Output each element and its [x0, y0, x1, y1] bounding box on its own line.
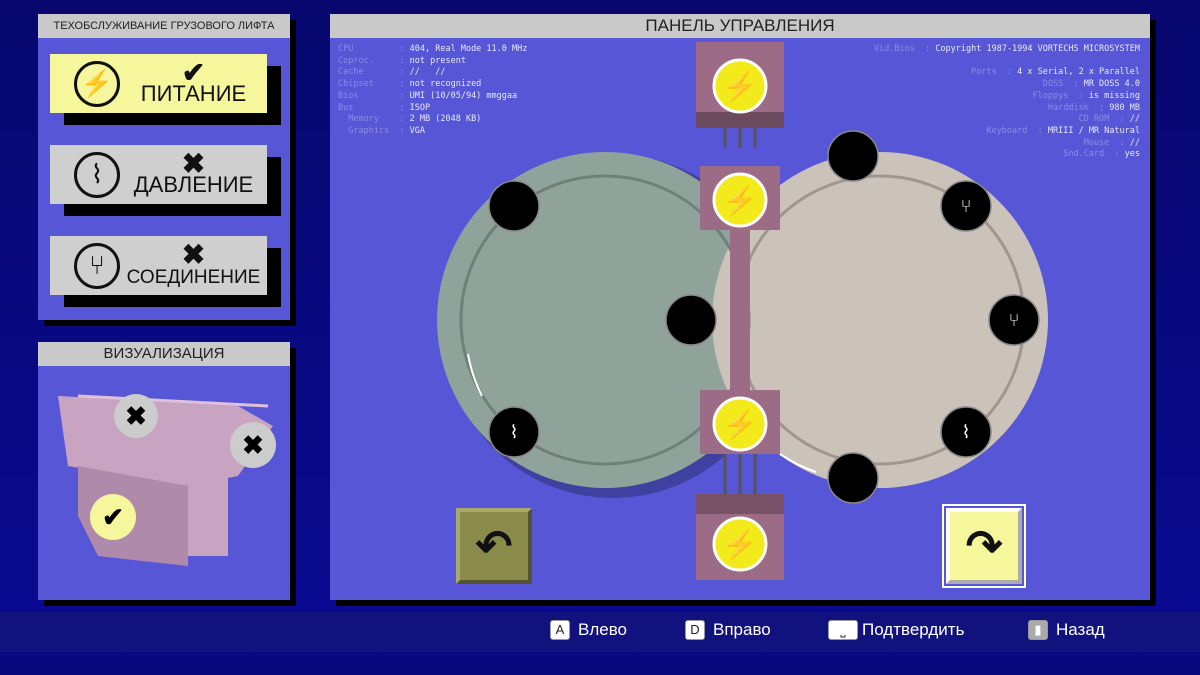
key-space: ⎵ [828, 620, 858, 640]
elevator-model [58, 394, 273, 566]
spring-icon: ⌇ [962, 422, 971, 442]
tasks-title: ТЕХОБСЛУЖИВАНИЕ ГРУЗОВОГО ЛИФТА [38, 14, 290, 38]
key-d: D [685, 620, 705, 640]
tasks-panel: ТЕХОБСЛУЖИВАНИЕ ГРУЗОВОГО ЛИФТА ⚡ ✔ ПИТАН… [38, 14, 290, 320]
control-panel: ПАНЕЛЬ УПРАВЛЕНИЯ CPU : 404, Real Mode 1… [330, 14, 1150, 600]
visualization-title: ВИЗУАЛИЗАЦИЯ [38, 342, 290, 366]
viz-marker-cross: ✖ [230, 422, 276, 468]
slot [827, 452, 879, 504]
spring-icon: ⌇ [510, 422, 519, 442]
rotation-puzzle: ⌇ ⑂ ⑂ ⌇ ⚡ ⚡ ⚡ ⚡ [437, 42, 1048, 580]
rotate-left-button[interactable]: ↶ [456, 508, 532, 584]
lightning-icon: ⚡ [723, 70, 758, 103]
spring-icon: ⌇ [74, 151, 120, 198]
viz-marker-cross: ✖ [114, 394, 158, 438]
task-pressure[interactable]: ⌇ ✖ ДАВЛЕНИЕ [50, 145, 267, 204]
lightning-icon: ⚡ [723, 528, 758, 561]
key-a: A [550, 620, 570, 640]
mouse-right-icon: ▮ [1028, 620, 1048, 640]
task-power[interactable]: ⚡ ✔ ПИТАНИЕ [50, 54, 267, 113]
hint-left[interactable]: A Влево [550, 620, 627, 640]
visualization-panel: ВИЗУАЛИЗАЦИЯ ✖ ✖ ✔ [38, 342, 290, 600]
task-label: ПИТАНИЕ [140, 81, 247, 106]
connector-icon: ⑂ [961, 196, 972, 216]
hint-label: Вправо [713, 620, 771, 639]
hint-label: Подтвердить [862, 620, 965, 639]
hint-right[interactable]: D Вправо [685, 620, 771, 640]
task-label: СОЕДИНЕНИЕ [126, 267, 261, 288]
viz-marker-check: ✔ [90, 494, 136, 540]
slot [827, 130, 879, 182]
hint-confirm[interactable]: ⎵ Подтвердить [828, 620, 964, 640]
hint-back[interactable]: ▮ Назад [1028, 620, 1105, 640]
connector-icon: ⑂ [1009, 310, 1020, 330]
lightning-icon: ⚡ [723, 408, 758, 441]
lightning-icon: ⚡ [723, 184, 758, 217]
slot [488, 180, 540, 232]
connector-icon: ⑂ [74, 242, 120, 289]
task-label: ДАВЛЕНИЕ [133, 172, 254, 197]
task-connection[interactable]: ⑂ ✖ СОЕДИНЕНИЕ [50, 236, 267, 295]
hint-label: Влево [578, 620, 628, 639]
rotate-right-button[interactable]: ↷ [942, 504, 1026, 588]
slot [665, 294, 717, 346]
lightning-icon: ⚡ [74, 60, 120, 107]
hint-label: Назад [1056, 620, 1105, 639]
